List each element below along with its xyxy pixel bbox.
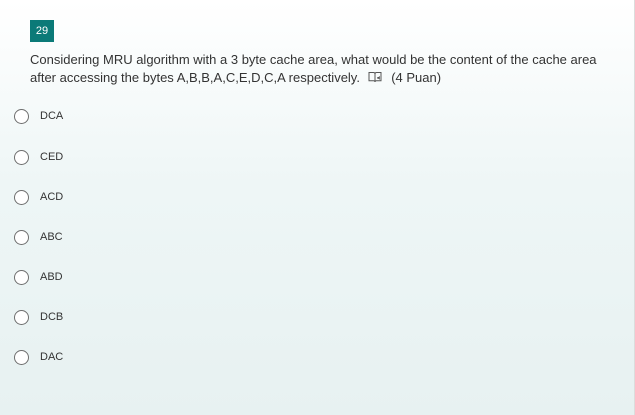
radio-button[interactable] [14, 309, 29, 325]
radio-button[interactable] [14, 229, 29, 245]
question-text-block: Considering MRU algorithm with a 3 byte … [30, 51, 620, 87]
answer-option-ced[interactable]: CED [14, 147, 63, 167]
question-text: Considering MRU algorithm with a 3 byte … [30, 52, 597, 85]
answer-option-label: CED [40, 151, 64, 163]
answer-option-label: ABD [40, 271, 63, 283]
answer-option-label: DCB [40, 311, 64, 323]
radio-button[interactable] [14, 269, 29, 285]
answer-option-abc[interactable]: ABC [14, 227, 63, 247]
radio-button[interactable] [14, 108, 29, 124]
answer-option-abd[interactable]: ABD [14, 267, 63, 287]
radio-button[interactable] [14, 349, 29, 365]
answer-option-dcb[interactable]: DCB [14, 307, 63, 327]
answer-option-label: ACD [40, 191, 64, 203]
answer-option-dac[interactable]: DAC [14, 347, 63, 367]
radio-button[interactable] [14, 189, 29, 205]
answer-option-label: DAC [40, 351, 64, 363]
answer-option-label: DCA [40, 110, 64, 122]
immersive-reader-icon[interactable] [368, 70, 382, 83]
points-label: (4 Puan) [391, 70, 442, 85]
radio-button[interactable] [14, 149, 29, 165]
answer-option-label: ABC [40, 231, 63, 243]
answer-option-dca[interactable]: DCA [14, 106, 63, 126]
question-number-badge: 29 [30, 20, 54, 42]
answer-option-acd[interactable]: ACD [14, 187, 63, 207]
